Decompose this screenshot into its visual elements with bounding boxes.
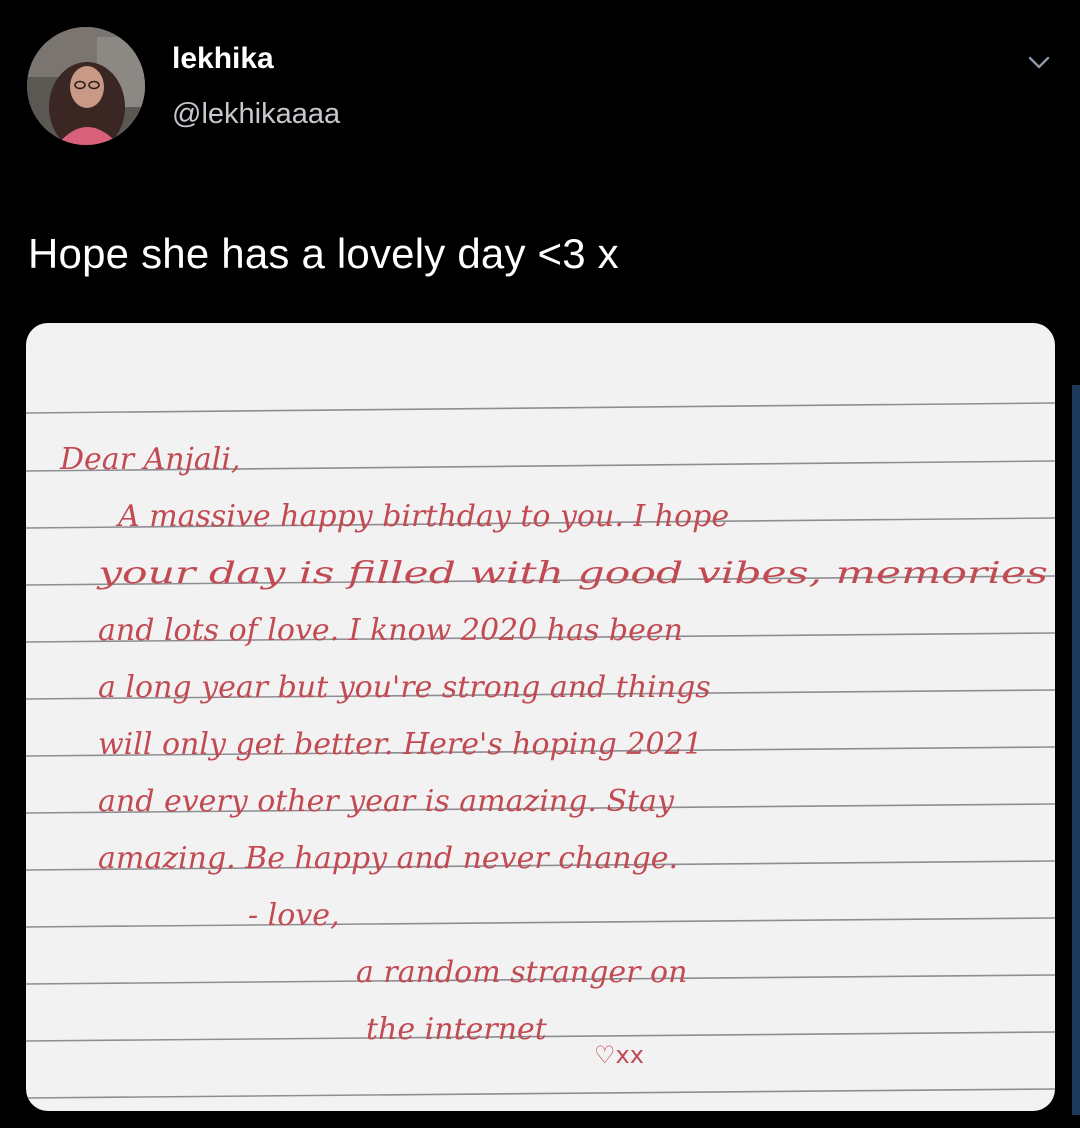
letter-line: will only get better. Here's hoping 2021	[98, 727, 703, 762]
tweet-text: Hope she has a lovely day <3 x	[28, 230, 619, 277]
letter-line: a random stranger on	[356, 955, 687, 990]
profile-photo-icon	[27, 27, 145, 145]
letter-line: - love,	[248, 898, 340, 933]
tweet-image[interactable]: Dear Anjali, A massive happy birthday to…	[26, 323, 1055, 1111]
letter-line: Dear Anjali,	[59, 442, 240, 477]
scrollbar[interactable]	[1072, 385, 1080, 1115]
letter-line: a long year but you're strong and things	[98, 670, 711, 705]
letter-line: A massive happy birthday to you. I hope	[115, 499, 729, 534]
avatar[interactable]	[27, 27, 145, 145]
display-name[interactable]: lekhika	[172, 42, 274, 76]
letter-line: your day is filled with good vibes, memo…	[95, 556, 1048, 591]
letter-signoff: ♡xx	[594, 1041, 644, 1069]
chevron-down-icon[interactable]	[1024, 47, 1054, 77]
user-handle[interactable]: @lekhikaaaa	[172, 98, 340, 131]
letter-line: amazing. Be happy and never change.	[98, 841, 678, 876]
letter-line: and every other year is amazing. Stay	[98, 784, 675, 819]
tweet-screen: lekhika @lekhikaaaa Hope she has a lovel…	[0, 0, 1080, 1128]
letter-line: and lots of love. I know 2020 has been	[98, 613, 683, 648]
letter-line: the internet	[366, 1012, 548, 1047]
